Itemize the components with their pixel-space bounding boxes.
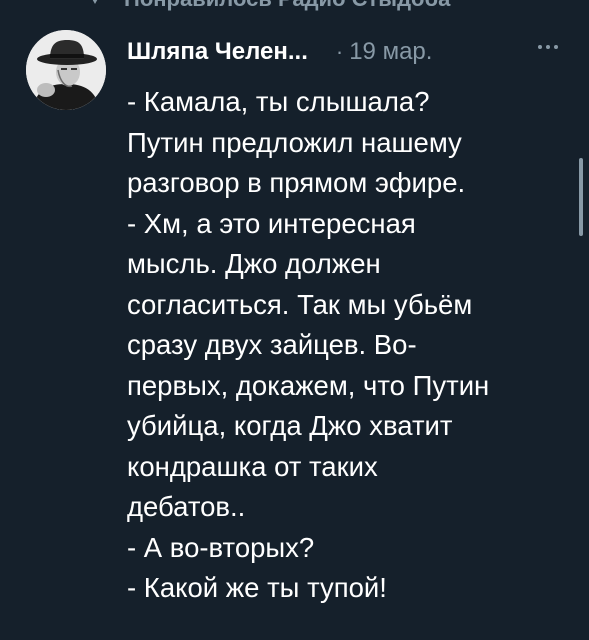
tweet-text-line: разговор в прямом эфире. (127, 167, 466, 198)
tweet-header: Шляпа Челен... · 19 мар. (127, 38, 432, 68)
tweet-text-line: дебатов.. (127, 491, 246, 522)
social-context-bar: Понравилось Радио Стыдоба (0, 0, 589, 10)
tweet-text-line: - А во-вторых? (127, 531, 315, 563)
tweet-text-line: - Какой же ты тупой! (127, 572, 387, 603)
tweet-text-line: согласиться. Так мы убьём (127, 288, 473, 320)
tweet-text-line: кондрашка от таких (127, 450, 378, 482)
tweet-text-line: убийца, когда Джо хватит (127, 410, 453, 441)
tweet-text-line: - Хм, а это интересная (127, 207, 416, 239)
tweet-date[interactable]: 19 мар. (349, 38, 432, 66)
scrollbar[interactable] (579, 158, 583, 236)
avatar[interactable] (26, 30, 106, 110)
tweet-text: - Камала, ты слышала? Путин предложил наш… (127, 82, 572, 609)
tweet-text-line: Путин предложил нашему (127, 126, 462, 158)
tweet-text-line: сразу двух зайцев. Во- (127, 329, 417, 360)
header-separator: · (335, 39, 344, 64)
heart-icon (92, 0, 98, 4)
author-name[interactable]: Шляпа Челен... (127, 38, 308, 66)
tweet-text-line: первых, докажем, что Путин (127, 369, 490, 401)
tweet-text-line: мысль. Джо должен (127, 248, 381, 279)
social-context-label[interactable]: Понравилось Радио Стыдоба (124, 0, 450, 10)
more-dots-icon[interactable] (536, 42, 560, 52)
avatar-man-in-hat (26, 30, 106, 110)
tweet-text-line: - Камала, ты слышала? (127, 86, 430, 117)
